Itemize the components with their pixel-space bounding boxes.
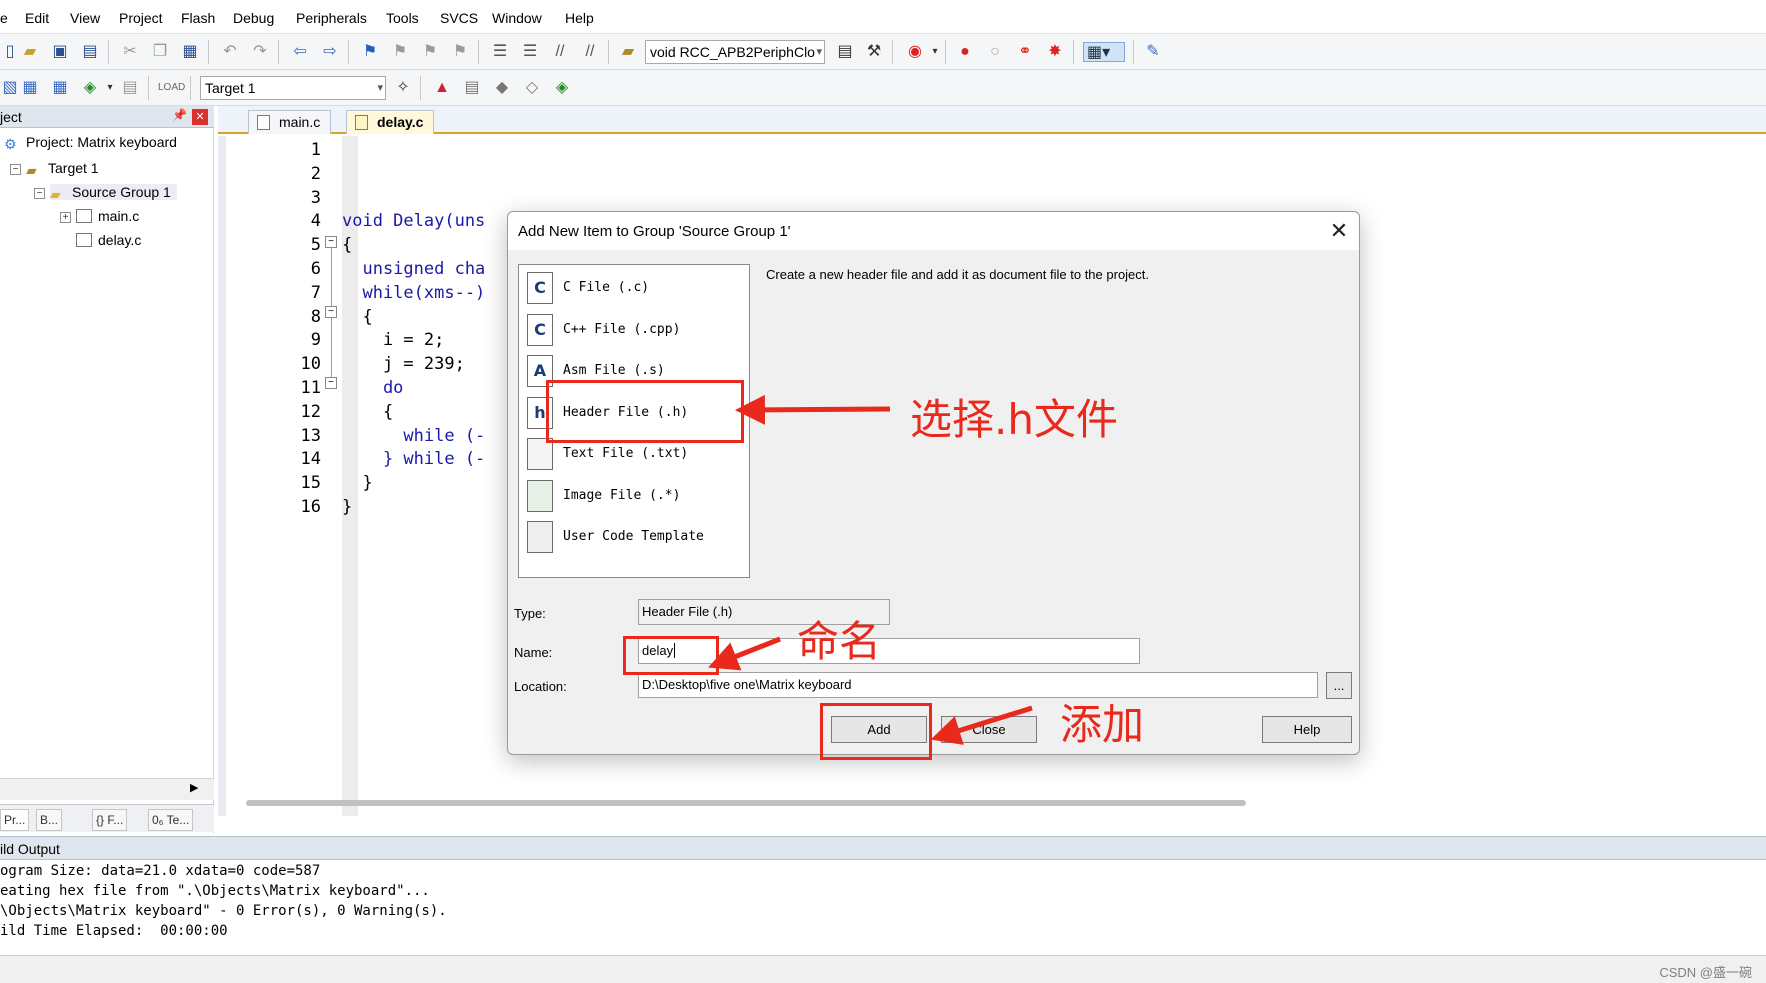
annotation-select-h-file: 选择.h文件	[910, 395, 1118, 444]
annotation-name: 命名	[797, 617, 882, 666]
annotation-add: 添加	[1060, 700, 1145, 749]
annotation-arrows	[708, 394, 1033, 745]
